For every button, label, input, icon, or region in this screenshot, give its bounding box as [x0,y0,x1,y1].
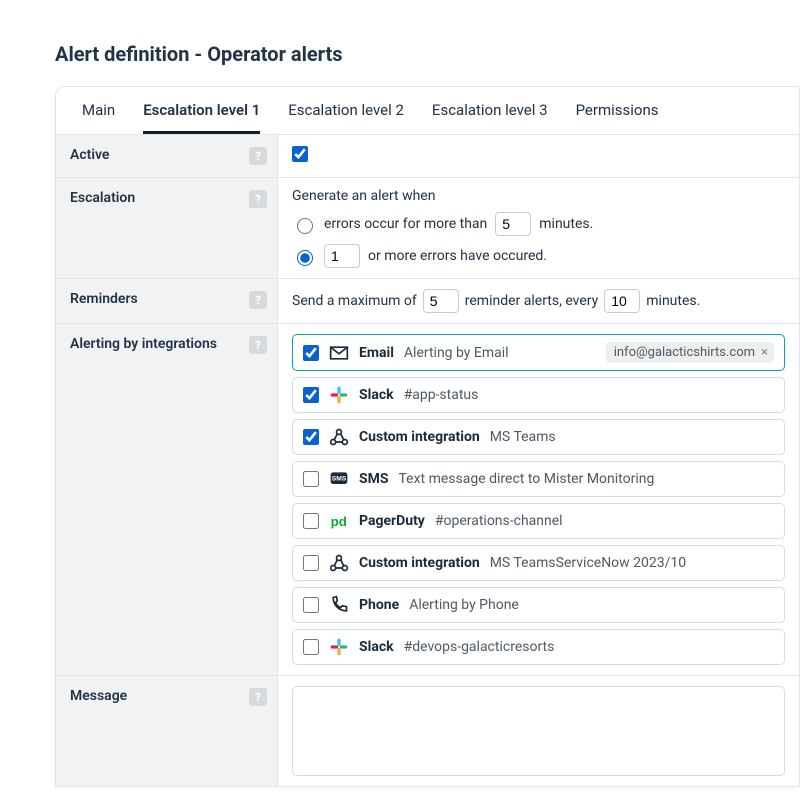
slack-icon [329,637,349,657]
escalation-option-duration: errors occur for more than minutes. [292,212,785,236]
escalation-opt1-post: minutes. [539,216,593,232]
escalation-count-input[interactable] [324,244,360,268]
integration-checkbox[interactable] [303,597,319,613]
row-integrations: Alerting by integrations ? Email Alerting… [56,324,799,676]
integration-desc: #devops-galacticresorts [404,639,555,655]
webhook-icon [329,427,349,447]
slack-icon [329,385,349,405]
pagerduty-icon: pd [329,511,349,531]
help-icon[interactable]: ? [249,147,267,165]
tab-escalation-level-3[interactable]: Escalation level 3 [432,87,548,134]
label-escalation-text: Escalation [70,190,135,206]
integration-name: Custom integration [359,555,480,571]
integration-name: Slack [359,387,394,403]
row-reminders: Reminders ? Send a maximum of reminder a… [56,279,799,324]
escalation-duration-input[interactable] [495,212,531,236]
integration-desc: Alerting by Email [404,345,509,361]
recipient-chip[interactable]: info@galacticshirts.com × [606,342,774,363]
integration-desc: Text message direct to Mister Monitoring [399,471,655,487]
escalation-opt2-post: or more errors have occured. [368,248,547,264]
row-escalation: Escalation ? Generate an alert when erro… [56,178,799,279]
integration-checkbox[interactable] [303,471,319,487]
recipient-chip-text: info@galacticshirts.com [614,345,755,360]
integration-row[interactable]: SMS SMS Text message direct to Mister Moni… [292,461,785,497]
integration-desc: MS Teams [490,429,556,445]
escalation-intro: Generate an alert when [292,188,785,204]
label-reminders-text: Reminders [70,291,138,307]
value-message [278,676,799,786]
help-icon[interactable]: ? [249,291,267,309]
integration-row[interactable]: Email Alerting by Email info@galacticshirt… [292,334,785,371]
message-textarea[interactable] [292,686,785,776]
reminders-t1: Send a maximum of [292,293,417,309]
value-integrations: Email Alerting by Email info@galacticshirt… [278,324,799,675]
reminders-t3: minutes. [646,293,700,309]
label-active: Active ? [56,135,278,177]
label-reminders: Reminders ? [56,279,278,323]
label-integrations: Alerting by integrations ? [56,324,278,675]
integration-row[interactable]: Phone Alerting by Phone [292,587,785,623]
escalation-opt1-pre: errors occur for more than [324,216,487,232]
integration-name: Email [359,345,394,361]
integration-checkbox[interactable] [303,345,319,361]
integration-list: Email Alerting by Email info@galacticshirt… [292,334,785,665]
svg-text:pd: pd [331,514,347,529]
integration-row[interactable]: Slack #app-status [292,377,785,413]
label-message-text: Message [70,688,127,704]
row-active: Active ? [56,135,799,178]
integration-checkbox[interactable] [303,387,319,403]
integration-name: PagerDuty [359,513,425,529]
help-icon[interactable]: ? [249,336,267,354]
reminders-interval-input[interactable] [604,289,640,313]
tab-escalation-level-2[interactable]: Escalation level 2 [288,87,404,134]
tab-bar: Main Escalation level 1 Escalation level 2… [56,87,799,135]
phone-icon [329,595,349,615]
value-active [278,135,799,177]
integration-checkbox[interactable] [303,513,319,529]
integration-name: Custom integration [359,429,480,445]
integration-desc: #app-status [404,387,479,403]
integration-name: Slack [359,639,394,655]
tab-main[interactable]: Main [82,87,115,134]
value-escalation: Generate an alert when errors occur for … [278,178,799,278]
active-checkbox[interactable] [292,146,308,162]
integration-row[interactable]: Slack #devops-galacticresorts [292,629,785,665]
webhook-icon [329,553,349,573]
envelope-icon [329,343,349,363]
settings-card: Main Escalation level 1 Escalation level 2… [55,86,800,787]
reminders-max-input[interactable] [423,289,459,313]
integration-name: Phone [359,597,399,613]
close-icon[interactable]: × [761,345,768,360]
integration-row[interactable]: pd PagerDuty #operations-channel [292,503,785,539]
integration-desc: MS TeamsServiceNow 2023/10 [490,555,686,571]
help-icon[interactable]: ? [249,190,267,208]
row-message: Message ? [56,676,799,786]
integration-name: SMS [359,471,389,487]
svg-text:SMS: SMS [332,476,347,483]
integration-checkbox[interactable] [303,555,319,571]
reminders-t2: reminder alerts, every [465,293,599,309]
sms-icon: SMS [329,469,349,489]
escalation-radio-count[interactable] [297,250,313,266]
label-integrations-text: Alerting by integrations [70,336,217,352]
integration-row[interactable]: Custom integration MS TeamsServiceNow 202… [292,545,785,581]
label-active-text: Active [70,147,109,163]
integration-row[interactable]: Custom integration MS Teams [292,419,785,455]
escalation-option-count: or more errors have occured. [292,244,785,268]
integration-desc: Alerting by Phone [409,597,519,613]
integration-checkbox[interactable] [303,639,319,655]
tab-escalation-level-1[interactable]: Escalation level 1 [143,87,260,134]
integration-desc: #operations-channel [435,513,563,529]
label-escalation: Escalation ? [56,178,278,278]
escalation-radio-duration[interactable] [297,218,313,234]
help-icon[interactable]: ? [249,688,267,706]
tab-permissions[interactable]: Permissions [576,87,659,134]
label-message: Message ? [56,676,278,786]
page-title: Alert definition - Operator alerts [0,0,800,86]
integration-checkbox[interactable] [303,429,319,445]
value-reminders: Send a maximum of reminder alerts, every… [278,279,799,323]
